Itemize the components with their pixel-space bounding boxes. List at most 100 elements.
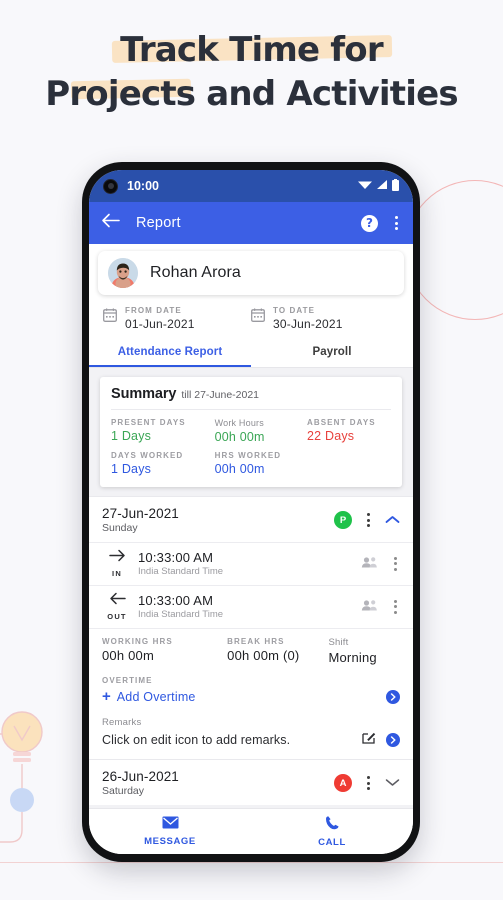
summary-work-hours-value: 00h 00m <box>214 430 265 444</box>
app-bar: Report ? <box>89 202 413 244</box>
hours-row: WORKING HRS 00h 00m BREAK HRS 00h 00m (0… <box>89 628 413 667</box>
to-date-label: TO DATE <box>273 306 316 315</box>
punch-out-time: 10:33:00 AM <box>138 593 214 608</box>
remarks-text: Click on edit icon to add remarks. <box>102 732 291 747</box>
plus-icon[interactable]: + <box>102 689 111 704</box>
headline-line-2-text: Projects and Activities <box>45 74 458 114</box>
punch-out-direction: OUT <box>107 612 127 621</box>
page-root: Track Time for Projects and Activities 1… <box>0 0 503 900</box>
punch-in-kebab-menu-icon[interactable] <box>391 554 400 574</box>
bottom-navigation: MESSAGE CALL <box>89 808 413 854</box>
shift: Shift Morning <box>328 637 400 665</box>
summary-hrs-worked-label: HRS WORKED <box>214 451 282 460</box>
report-header: Rohan Arora FROM DATE 01-Jun-2021 TO DAT… <box>89 244 413 368</box>
chevron-down-icon[interactable] <box>385 774 400 792</box>
working-hours: WORKING HRS 00h 00m <box>102 637 227 665</box>
record-date-block: 27-Jun-2021 Sunday <box>102 506 179 534</box>
summary-present-days-value: 1 Days <box>111 429 152 443</box>
headline-line-1-text: Track Time for <box>120 30 383 70</box>
summary-hrs-worked: HRS WORKED 00h 00m <box>215 451 391 476</box>
punch-out-timezone: India Standard Time <box>138 609 224 620</box>
decorative-hairline <box>0 862 503 863</box>
report-tabs: Attendance Report Payroll <box>89 340 413 367</box>
punch-in-block: IN <box>102 549 132 578</box>
summary-work-hours-label: Work Hours <box>214 418 264 428</box>
from-date-block: FROM DATE 01-Jun-2021 <box>125 306 195 331</box>
from-date-value: 01-Jun-2021 <box>125 317 195 331</box>
punch-in-timezone: India Standard Time <box>138 566 224 577</box>
working-hours-label: WORKING HRS <box>102 637 173 646</box>
summary-present-days-label: PRESENT DAYS <box>111 418 186 427</box>
page-headline: Track Time for Projects and Activities <box>0 28 503 116</box>
summary-absent-days-label: ABSENT DAYS <box>306 418 376 427</box>
summary-card: Summary till 27-June-2021 PRESENT DAYS 1… <box>100 377 402 487</box>
edit-icon[interactable] <box>362 730 376 749</box>
status-bar: 10:00 <box>89 170 413 202</box>
record-kebab-menu-icon[interactable] <box>364 773 373 793</box>
break-hours: BREAK HRS 00h 00m (0) <box>227 637 328 665</box>
break-hours-value: 00h 00m (0) <box>227 648 300 663</box>
record-expanded: 27-Jun-2021 Sunday P IN 10:33:00 AM Indi… <box>89 496 413 759</box>
help-icon[interactable]: ? <box>361 214 378 232</box>
bottom-nav-call-label: CALL <box>318 837 346 848</box>
summary-absent-days-value: 22 Days <box>306 429 355 443</box>
phone-mockup: 10:00 Report ? Rohan Arora FROM DATE 01-… <box>82 162 420 862</box>
summary-days-worked: DAYS WORKED 1 Days <box>111 451 215 476</box>
battery-icon <box>392 178 399 194</box>
report-scroll-body[interactable]: Summary till 27-June-2021 PRESENT DAYS 1… <box>89 368 413 808</box>
summary-absent-days: ABSENT DAYS 22 Days <box>307 418 391 444</box>
working-hours-value: 00h 00m <box>102 648 154 663</box>
status-bar-indicators <box>358 178 399 194</box>
status-badge: A <box>334 774 352 792</box>
remarks-submit-button[interactable] <box>386 732 400 747</box>
status-badge: P <box>334 511 352 529</box>
from-date-field[interactable]: FROM DATE 01-Jun-2021 <box>103 306 251 331</box>
record-date: 26-Jun-2021 <box>102 769 179 784</box>
kebab-menu-icon[interactable] <box>392 213 401 233</box>
punch-in-row[interactable]: IN 10:33:00 AM India Standard Time <box>89 542 413 585</box>
wifi-icon <box>358 179 372 193</box>
tab-attendance-report[interactable]: Attendance Report <box>89 340 251 367</box>
record-weekday: Saturday <box>102 785 145 797</box>
summary-title: Summary <box>111 386 177 402</box>
summary-row-1: PRESENT DAYS 1 Days Work Hours 00h 00m A… <box>111 418 391 444</box>
record-kebab-menu-icon[interactable] <box>364 510 373 530</box>
bottom-nav-message-label: MESSAGE <box>144 836 196 847</box>
shift-label: Shift <box>328 637 349 648</box>
to-date-block: TO DATE 30-Jun-2021 <box>273 306 343 331</box>
tab-payroll[interactable]: Payroll <box>251 340 413 367</box>
punch-in-details: 10:33:00 AM India Standard Time <box>138 550 223 577</box>
summary-subtitle: till 27-June-2021 <box>181 389 260 401</box>
profile-card[interactable]: Rohan Arora <box>98 251 404 295</box>
signal-icon <box>376 179 388 193</box>
add-overtime-button[interactable]: Add Overtime <box>117 690 196 704</box>
to-date-field[interactable]: TO DATE 30-Jun-2021 <box>251 306 399 331</box>
punch-out-row[interactable]: OUT 10:33:00 AM India Standard Time <box>89 585 413 628</box>
summary-hrs-worked-value: 00h 00m <box>214 462 265 476</box>
tab-active-indicator <box>89 364 251 367</box>
people-icon[interactable] <box>361 555 378 573</box>
record-weekday: Sunday <box>102 522 138 534</box>
chevron-up-icon[interactable] <box>385 511 400 529</box>
punch-out-details: 10:33:00 AM India Standard Time <box>138 593 223 620</box>
arrow-right-icon <box>108 549 126 566</box>
punch-in-direction: IN <box>112 569 122 578</box>
summary-days-worked-label: DAYS WORKED <box>111 451 184 460</box>
calendar-icon <box>103 308 117 327</box>
summary-row-2: DAYS WORKED 1 Days HRS WORKED 00h 00m <box>111 451 391 476</box>
remarks-line: Click on edit icon to add remarks. <box>102 730 400 749</box>
overtime-submit-button[interactable] <box>386 689 400 704</box>
back-arrow-icon[interactable] <box>101 213 120 233</box>
break-hours-label: BREAK HRS <box>227 637 285 646</box>
record-header[interactable]: 27-Jun-2021 Sunday P <box>89 496 413 542</box>
record-collapsed[interactable]: 26-Jun-2021 Saturday A <box>89 759 413 805</box>
punch-out-kebab-menu-icon[interactable] <box>391 597 400 617</box>
people-icon[interactable] <box>361 598 378 616</box>
record-date: 27-Jun-2021 <box>102 506 179 521</box>
mail-icon <box>162 816 179 834</box>
bottom-nav-call[interactable]: CALL <box>251 809 413 854</box>
overtime-line: + Add Overtime <box>102 689 400 704</box>
headline-line-2: Projects and Activities <box>0 72 503 116</box>
bottom-nav-message[interactable]: MESSAGE <box>89 809 251 854</box>
profile-name: Rohan Arora <box>150 264 241 281</box>
